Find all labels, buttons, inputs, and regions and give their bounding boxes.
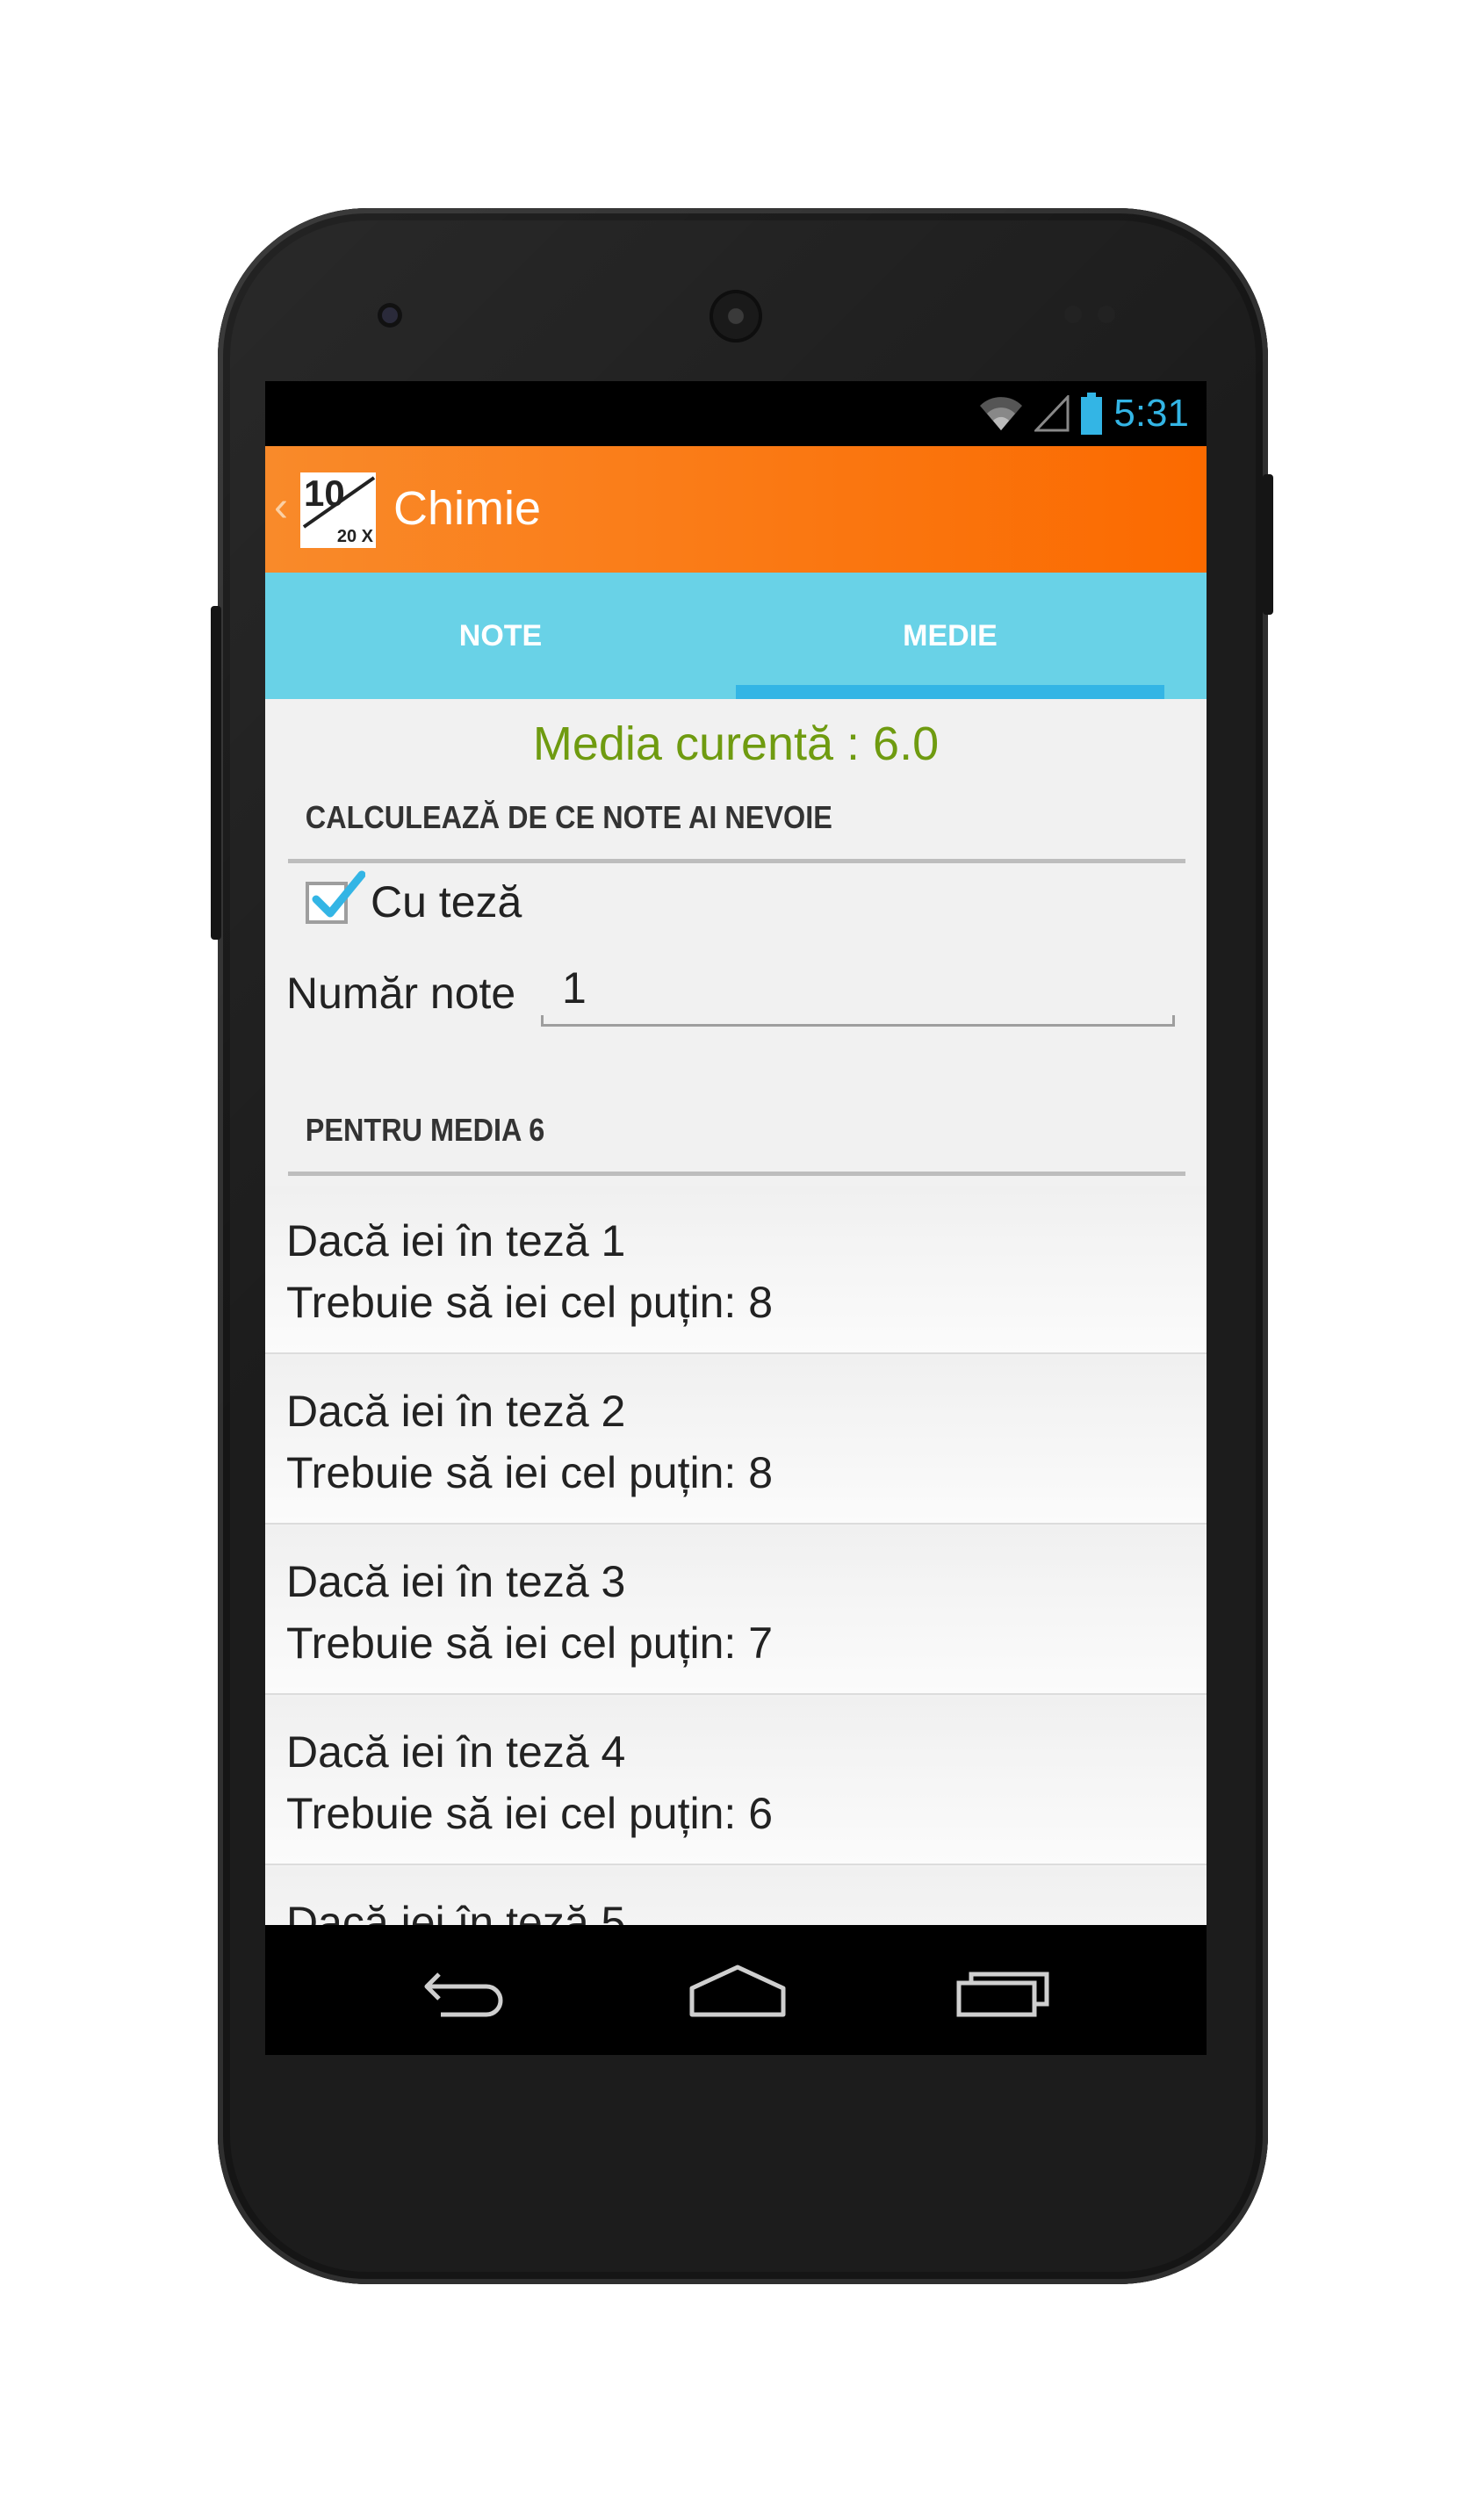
list-item[interactable]: Dacă iei în teză 3 Trebuie să iei cel pu… [265,1526,1207,1695]
cu-teza-label[interactable]: Cu teză [371,876,522,927]
result-line1: Dacă iei în teză 5 [286,1898,626,1925]
home-icon[interactable] [685,1957,790,2023]
list-item[interactable]: Dacă iei în teză 1 Trebuie să iei cel pu… [265,1186,1207,1354]
numar-note-input[interactable]: 1 [541,963,1173,1017]
result-line1: Dacă iei în teză 2 [286,1387,626,1436]
tab-indicator [736,685,1164,699]
power-button [1263,474,1273,615]
section-title-calc: CALCULEAZĂ DE CE NOTE AI NEVOIE [305,799,832,835]
action-bar: ‹ 10 20 X Chimie [265,446,1207,573]
tab-bar: NOTE MEDIE [265,573,1207,699]
battery-icon [1081,393,1103,435]
list-item[interactable]: Dacă iei în teză 2 Trebuie să iei cel pu… [265,1356,1207,1525]
wifi-icon [980,397,1023,430]
nav-bar [265,1925,1207,2055]
result-line2: Trebuie să iei cel puțin: 8 [286,1448,774,1497]
check-icon [312,870,365,918]
section-header-calc: CALCULEAZĂ DE CE NOTE AI NEVOIE [288,787,1185,863]
list-item[interactable]: Dacă iei în teză 5 [265,1867,1207,1925]
logo-subtext: 20 X [336,527,373,546]
page-title: Chimie [393,482,542,535]
device-screen: 5:31 ‹ 10 20 X Chimie NOTE MEDIE Media c… [265,381,1207,2055]
result-line1: Dacă iei în teză 3 [286,1557,626,1606]
volume-button [211,606,221,940]
input-underline [541,1015,1175,1027]
light-sensor [1098,306,1115,323]
section-header-target: PENTRU MEDIA 6 [288,1099,1185,1176]
result-line2: Trebuie să iei cel puțin: 8 [286,1278,774,1327]
list-item[interactable]: Dacă iei în teză 4 Trebuie să iei cel pu… [265,1697,1207,1865]
numar-note-label: Număr note [286,969,516,1018]
proximity-sensor [1064,306,1082,323]
status-clock: 5:31 [1113,392,1189,435]
front-camera [378,303,402,328]
app-logo[interactable]: 10 20 X [300,472,376,548]
result-line1: Dacă iei în teză 1 [286,1216,626,1265]
signal-icon [1034,395,1070,432]
status-bar: 5:31 [265,381,1207,446]
tab-medie[interactable]: MEDIE [736,573,1164,699]
back-icon[interactable] [414,1957,520,2023]
main-content: Media curentă : 6.0 CALCULEAZĂ DE CE NOT… [265,699,1207,1925]
current-average: Media curentă : 6.0 [532,717,940,770]
tab-note[interactable]: NOTE [265,573,736,699]
result-line1: Dacă iei în teză 4 [286,1727,626,1777]
result-line2: Trebuie să iei cel puțin: 6 [286,1789,774,1838]
result-line2: Trebuie să iei cel puțin: 7 [286,1619,774,1668]
up-caret-icon[interactable]: ‹ [274,483,288,531]
earpiece-speaker [710,290,762,342]
recents-icon[interactable] [952,1957,1057,2023]
section-title-target: PENTRU MEDIA 6 [305,1112,545,1148]
